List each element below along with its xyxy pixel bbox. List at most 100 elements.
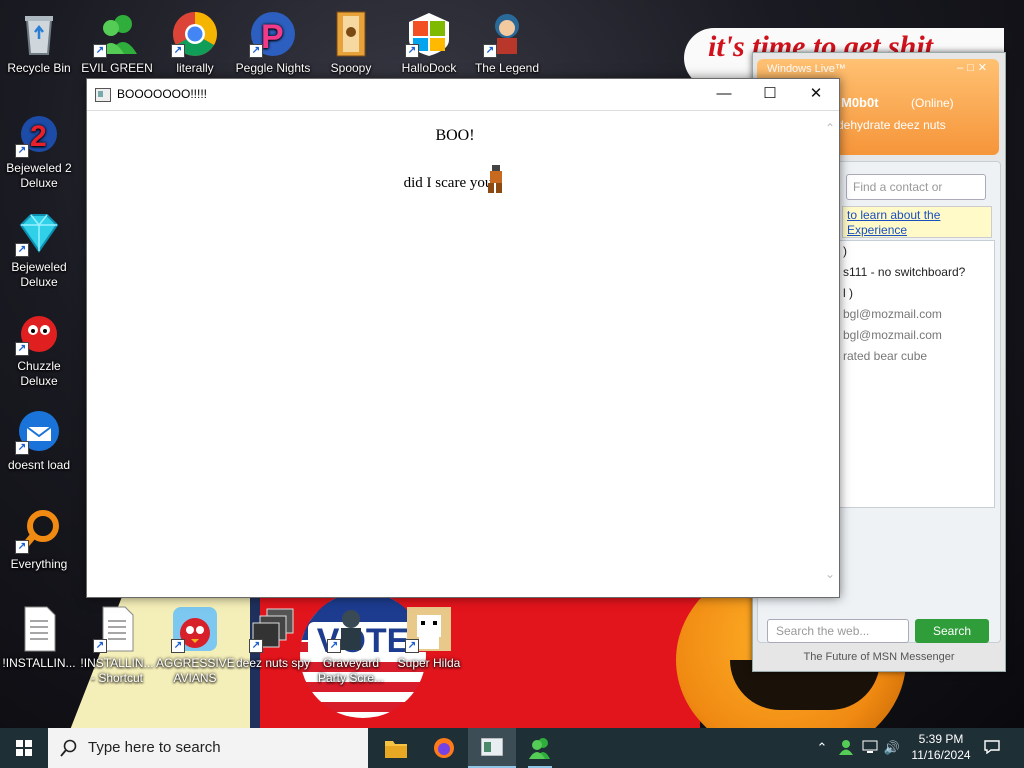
scroll-down-icon[interactable]: ⌄ [825, 567, 835, 581]
scary-gif-icon [484, 165, 506, 193]
svg-text:P: P [261, 18, 284, 56]
shortcut-arrow-icon: ↗ [327, 639, 341, 653]
shortcut-arrow-icon: ↗ [15, 144, 29, 158]
shortcut-arrow-icon: ↗ [15, 441, 29, 455]
desktop-icon-label: Bejeweled Deluxe [11, 260, 67, 289]
window-title: BOOOOOOO!!!!! [117, 87, 208, 101]
pixel-character-icon: ↗ [405, 605, 453, 653]
boo-vertical-scrollbar[interactable]: ⌃ ⌄ [823, 111, 839, 595]
notification-center-icon[interactable] [980, 728, 1004, 768]
msn-buddy-icon: ↗ [93, 10, 141, 58]
msn-online-status[interactable]: (Online) [911, 96, 954, 110]
find-contact-input[interactable]: Find a contact or number... [846, 174, 986, 218]
folder-icon [385, 741, 407, 758]
desktop-icon-aggressive-avians[interactable]: ↗ AGGRESSIVE AVIANS [156, 599, 235, 686]
spoopy-folder-icon [327, 10, 375, 58]
desktop-icon-label: AGGRESSIVE AVIANS [156, 656, 235, 685]
desktop-icon-label: deez nuts spy [235, 656, 311, 670]
shortcut-arrow-icon: ↗ [249, 639, 263, 653]
shortcut-arrow-icon: ↗ [93, 44, 107, 58]
web-search-button[interactable]: Search [915, 619, 989, 643]
desktop-icon-label: !INSTALLIN... [2, 656, 76, 670]
angry-bird-icon: ↗ [171, 605, 219, 653]
desktop-icon-bejeweled[interactable]: ↗ Bejeweled Deluxe [0, 203, 78, 290]
shortcut-arrow-icon: ↗ [15, 540, 29, 554]
desktop-icon-bejeweled-2[interactable]: 2 ↗ Bejeweled 2 Deluxe [0, 104, 78, 191]
shortcut-arrow-icon: ↗ [93, 639, 107, 653]
text-document-icon [15, 605, 63, 653]
close-button[interactable]: ✕ [793, 79, 839, 110]
msn-buddy-icon [529, 738, 550, 759]
boo-text-line: did I scare you [87, 165, 823, 193]
contact-item[interactable]: rated bear cube [839, 346, 994, 367]
msn-username[interactable]: M0b0t [841, 95, 879, 110]
contact-item[interactable]: ) [839, 241, 994, 262]
stacked-windows-icon: ↗ [249, 605, 297, 653]
maximize-button[interactable]: ☐ [747, 79, 793, 110]
desktop-icon-graveyard-party[interactable]: ↗ Graveyard Party Scre... [312, 599, 390, 686]
contact-item[interactable]: bgl@mozmail.com [839, 325, 994, 346]
msn-personal-message[interactable]: dehydrate deez nuts [837, 118, 946, 132]
desktop-icon-hallodock[interactable]: ↗ HalloDock [390, 4, 468, 76]
windows-start-icon [16, 740, 32, 756]
desktop-icon-label: Graveyard Party Scre... [317, 656, 385, 685]
desktop-icon-recycle-bin[interactable]: Recycle Bin [0, 4, 78, 76]
peggle-icon: P ↗ [249, 10, 297, 58]
show-hidden-icons-button[interactable]: ⌃ [812, 728, 832, 768]
volume-icon[interactable]: 🔊 [882, 728, 902, 768]
contact-item[interactable]: l ) [839, 283, 994, 304]
desktop-icon-spoopy[interactable]: Spoopy [312, 4, 390, 76]
network-icon[interactable] [860, 728, 880, 768]
taskbar-search-placeholder: Type here to search [88, 739, 221, 756]
search-icon [60, 739, 77, 757]
taskbar-firefox[interactable] [420, 728, 468, 768]
desktop-icon-deez-nuts-spy[interactable]: ↗ deez nuts spy [234, 599, 312, 671]
shortcut-arrow-icon: ↗ [249, 44, 263, 58]
shortcut-arrow-icon: ↗ [15, 342, 29, 356]
web-search-input[interactable]: Search the web... [767, 619, 909, 643]
boo-window-titlebar[interactable]: BOOOOOOO!!!!! — ☐ ✕ [87, 79, 839, 111]
minimize-button[interactable]: — [701, 79, 747, 110]
taskbar-boo-window[interactable] [468, 728, 516, 768]
contact-item[interactable]: bgl@mozmail.com [839, 304, 994, 325]
tilda-character-icon: ↗ [483, 10, 531, 58]
msn-tray-icon[interactable] [836, 728, 856, 768]
desktop-icon-label: Super Hilda [397, 656, 461, 670]
taskbar: Type here to search ⌃ 🔊 5:39 PM 11/16/20… [0, 728, 1024, 768]
clock-time: 5:39 PM [918, 732, 964, 746]
shortcut-arrow-icon: ↗ [405, 639, 419, 653]
desktop-icon-label: Everything [10, 557, 68, 571]
desktop-icon-installin-1[interactable]: !INSTALLIN... [0, 599, 78, 671]
chuzzle-icon: ↗ [15, 308, 63, 356]
chrome-icon: ↗ [171, 10, 219, 58]
start-button[interactable] [0, 728, 48, 768]
clock-date: 11/16/2024 [911, 748, 971, 762]
boo-browser-window[interactable]: BOOOOOOO!!!!! — ☐ ✕ BOO! did I scare you… [86, 78, 840, 598]
taskbar-msn-messenger[interactable] [516, 728, 564, 768]
desktop-icon-label: HalloDock [401, 61, 457, 75]
msn-window-controls[interactable]: –□✕ [957, 61, 991, 74]
shortcut-arrow-icon: ↗ [405, 44, 419, 58]
shortcut-arrow-icon: ↗ [15, 243, 29, 257]
magnifier-icon: ↗ [15, 506, 63, 554]
msn-contact-list[interactable]: ) s111 - no switchboard? l ) bgl@mozmail… [838, 240, 995, 508]
svg-text:2: 2 [30, 120, 47, 153]
desktop-icon-installin-2[interactable]: ↗ !INSTALLIN... - Shortcut [78, 599, 156, 686]
desktop-icon-chuzzle[interactable]: ↗ Chuzzle Deluxe [0, 302, 78, 389]
contact-item[interactable]: s111 - no switchboard? [839, 262, 994, 283]
shortcut-arrow-icon: ↗ [483, 44, 497, 58]
thunderbird-icon: ↗ [15, 407, 63, 455]
taskbar-search-box[interactable]: Type here to search [48, 728, 368, 768]
desktop-icon-super-hilda[interactable]: ↗ Super Hilda [390, 599, 468, 671]
desktop-icon-doesnt-load[interactable]: ↗ doesnt load [0, 401, 78, 473]
msn-notice-link-2[interactable]: Experience [847, 223, 987, 238]
desktop-icon-everything[interactable]: ↗ Everything [0, 500, 78, 572]
taskbar-file-explorer[interactable] [372, 728, 420, 768]
msn-notice-banner[interactable]: to learn about the Experience [842, 206, 992, 238]
msn-notice-link[interactable]: to learn about the [847, 208, 987, 223]
taskbar-clock[interactable]: 5:39 PM 11/16/2024 [904, 731, 978, 763]
desktop-icon-label: doesnt load [7, 458, 71, 472]
scroll-up-icon[interactable]: ⌃ [825, 121, 835, 135]
shortcut-arrow-icon: ↗ [171, 44, 185, 58]
desktop-icon-label: Recycle Bin [7, 61, 71, 75]
